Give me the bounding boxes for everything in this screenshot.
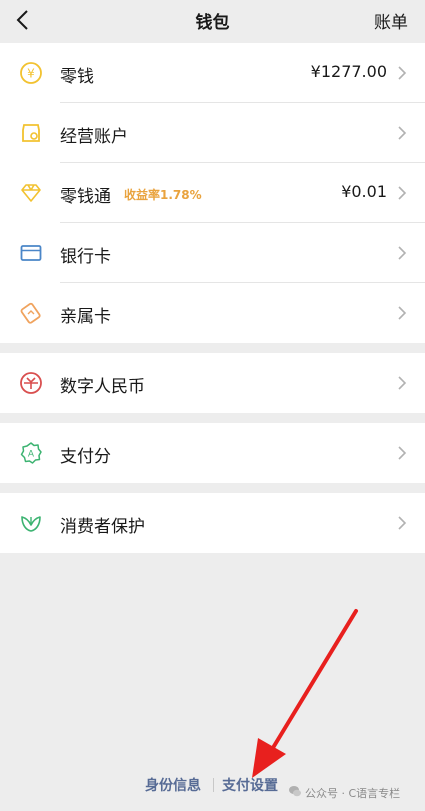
chevron-right-icon <box>398 246 407 260</box>
item-label: 经营账户 <box>60 127 128 147</box>
item-label: 数字人民币 <box>60 377 145 397</box>
list-item-change[interactable]: ¥ 零钱 ¥1277.00 <box>0 43 425 103</box>
yield-rate-badge: 收益率1.78% <box>124 188 202 202</box>
pay-score-icon: A <box>20 442 42 464</box>
bank-card-icon <box>20 245 42 261</box>
shop-icon <box>22 124 40 142</box>
chevron-right-icon <box>398 446 407 460</box>
chevron-right-icon <box>398 376 407 390</box>
list-item-business-account[interactable]: 经营账户 <box>0 103 425 163</box>
coin-yuan-icon: ¥ <box>20 62 42 84</box>
item-label: 零钱通 <box>60 187 111 207</box>
list-item-family-card[interactable]: 亲属卡 <box>0 283 425 343</box>
page-title: 钱包 <box>195 13 230 33</box>
chevron-right-icon <box>398 186 407 200</box>
balance-value: ¥0.01 <box>341 182 387 201</box>
identity-info-link[interactable]: 身份信息 <box>145 775 201 795</box>
nav-bar: 钱包 账单 <box>0 0 425 40</box>
diamond-icon <box>21 184 41 202</box>
chevron-right-icon <box>398 306 407 320</box>
item-label: 消费者保护 <box>60 517 145 537</box>
family-card-icon <box>20 302 41 324</box>
balance-value: ¥1277.00 <box>310 62 387 81</box>
item-label: 银行卡 <box>60 247 111 267</box>
item-label: 支付分 <box>60 447 111 467</box>
list-item-consumer-protection[interactable]: 消费者保护 <box>0 493 425 553</box>
protection-hands-icon <box>21 516 41 532</box>
chevron-right-icon <box>398 516 407 530</box>
item-label: 零钱 <box>60 67 94 87</box>
chevron-right-icon <box>398 126 407 140</box>
pay-score-group: A 支付分 <box>0 423 425 483</box>
bill-button[interactable]: 账单 <box>374 8 408 33</box>
wallet-main-group: ¥ 零钱 ¥1277.00 经营账户 零钱通 收益率1.78% ¥0.01 银行… <box>0 43 425 343</box>
digital-rmb-group: 数字人民币 <box>0 353 425 413</box>
item-label: 亲属卡 <box>60 307 111 327</box>
footer-divider <box>213 778 214 792</box>
consumer-protection-group: 消费者保护 <box>0 493 425 553</box>
watermark-text: 公众号 · C语言专栏 <box>305 787 401 800</box>
svg-text:¥: ¥ <box>27 67 35 81</box>
chevron-right-icon <box>398 66 407 80</box>
pay-settings-link[interactable]: 支付设置 <box>222 775 278 795</box>
list-item-digital-rmb[interactable]: 数字人民币 <box>0 353 425 413</box>
list-item-bank-card[interactable]: 银行卡 <box>0 223 425 283</box>
list-item-lingqiantong[interactable]: 零钱通 收益率1.78% ¥0.01 <box>0 163 425 223</box>
svg-text:A: A <box>28 450 35 460</box>
digital-rmb-icon <box>20 372 42 394</box>
wechat-official-account-icon <box>289 786 301 797</box>
list-item-pay-score[interactable]: A 支付分 <box>0 423 425 483</box>
